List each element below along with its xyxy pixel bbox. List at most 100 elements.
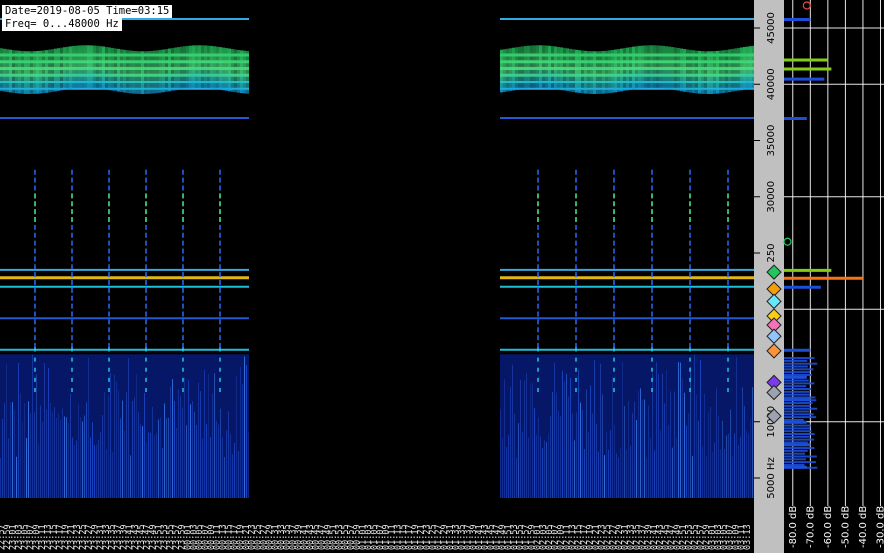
noise-column: [574, 440, 575, 498]
pulse-dash: [108, 343, 110, 348]
band-texture: [665, 46, 668, 89]
pulse-dash: [145, 185, 147, 191]
pulse-dash: [145, 303, 147, 309]
band-texture: [129, 50, 132, 94]
noise-column: [188, 379, 189, 498]
noise-column: [682, 378, 683, 498]
noise-column: [198, 382, 199, 498]
db-tick-label: -40.0 dB: [858, 506, 869, 548]
spectral-band: [500, 317, 754, 320]
noise-column: [28, 401, 29, 498]
pulse-dash: [145, 327, 147, 333]
noise-column: [194, 411, 195, 498]
noise-column: [64, 416, 65, 498]
pulse-dash: [34, 303, 36, 309]
noise-column: [608, 449, 609, 498]
band-texture: [138, 51, 141, 94]
band-texture: [75, 45, 78, 89]
pulse-dash: [108, 224, 110, 230]
band-texture: [78, 45, 81, 89]
noise-column: [100, 432, 101, 498]
frequency-axis-strip: 45000400003500030000250100005000 Hz: [754, 0, 784, 553]
spectrum-bar: [784, 376, 804, 379]
pulse-dash: [727, 357, 729, 362]
noise-column: [122, 400, 123, 498]
band-texture: [66, 46, 69, 90]
noise-column: [56, 417, 57, 498]
spectral-band: [0, 117, 249, 119]
band-texture: [105, 46, 108, 90]
noise-column: [92, 422, 93, 498]
noise-column: [644, 399, 645, 498]
pulse-dash: [537, 185, 539, 191]
band-texture: [602, 50, 605, 94]
pulse-dash: [727, 248, 729, 254]
pulse-dash: [727, 169, 729, 175]
pulse-dash: [689, 343, 691, 348]
pulse-dash: [34, 357, 36, 362]
pulse-dash: [613, 388, 615, 392]
pulse-dash: [537, 388, 539, 392]
noise-column: [510, 387, 511, 498]
noise-column: [582, 409, 583, 498]
spectrum-bar: [784, 424, 811, 427]
pulse-dash: [575, 224, 577, 230]
band-texture: [48, 49, 51, 93]
pulse-dash: [71, 209, 73, 215]
noise-column: [714, 442, 715, 498]
noise-column: [180, 395, 181, 498]
pulse-dash: [219, 193, 221, 199]
noise-column: [706, 456, 707, 498]
band-texture: [24, 51, 27, 94]
band-texture: [677, 47, 680, 91]
pulse-dash: [727, 232, 729, 238]
pulse-dash: [71, 217, 73, 222]
pulse-dash: [689, 335, 691, 341]
band-texture: [54, 48, 57, 92]
noise-column: [562, 371, 563, 498]
noise-column: [120, 418, 121, 498]
noise-column: [186, 425, 187, 498]
band-texture: [662, 45, 665, 89]
pulse-dash: [613, 280, 615, 285]
pulse-dash: [145, 357, 147, 362]
pulse-dash: [613, 272, 615, 278]
band-texture: [731, 48, 734, 92]
noise-column: [528, 437, 529, 498]
band-texture: [590, 51, 593, 94]
noise-column: [744, 405, 745, 498]
spectrum-bar: [784, 452, 806, 455]
pulse-dash: [71, 177, 73, 183]
noise-column: [662, 373, 663, 498]
noise-column: [146, 442, 147, 498]
pulse-dash: [108, 201, 110, 207]
noise-column: [632, 412, 633, 498]
pulse-dash: [689, 201, 691, 207]
pulse-dash: [727, 272, 729, 278]
pulse-dash: [71, 319, 73, 325]
pulse-dash: [182, 177, 184, 183]
band-texture: [72, 45, 75, 89]
band-texture: [27, 51, 30, 94]
pulse-dash: [727, 335, 729, 341]
pulse-dash: [108, 185, 110, 191]
noise-column: [74, 444, 75, 498]
band-texture: [222, 47, 225, 91]
pulse-dash: [108, 217, 110, 222]
db-tick-label: -70.0 dB: [805, 506, 816, 548]
band-texture: [144, 51, 147, 94]
noise-column: [696, 394, 697, 498]
band-texture: [698, 50, 701, 94]
band-texture: [189, 45, 192, 89]
band-texture: [186, 45, 189, 89]
band-texture: [30, 51, 33, 94]
spectrum-bar: [784, 413, 814, 416]
band-texture: [659, 45, 662, 89]
pulse-dash: [219, 224, 221, 230]
noise-column: [84, 415, 85, 498]
pulse-dash: [651, 295, 653, 301]
spectrum-bar: [784, 444, 807, 447]
band-texture: [551, 46, 554, 89]
pulse-dash: [727, 377, 729, 382]
band-texture: [596, 51, 599, 94]
